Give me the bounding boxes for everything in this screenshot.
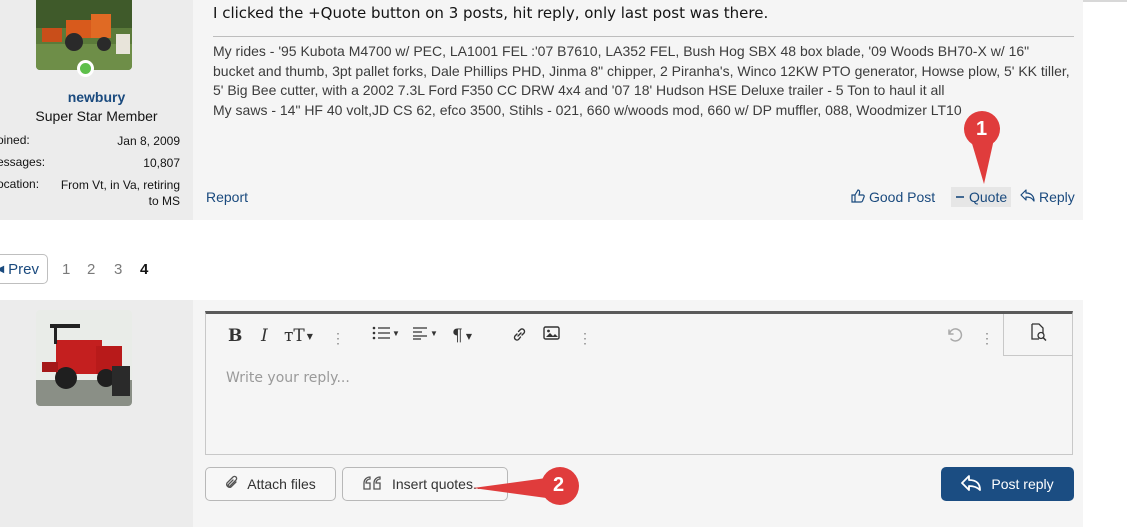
stat-label: ocation:: [0, 177, 40, 191]
text-size-icon[interactable]: ᴛT ▼: [284, 326, 313, 346]
reply-user-column: [0, 300, 193, 527]
editor-toolbar: B I ᴛT ▼ ⋮ ▼ ▼ ¶ ▼ ⋮ ⋮: [206, 314, 1072, 358]
thumbs-up-icon: [851, 188, 865, 206]
prev-page-button[interactable]: ◀ Prev: [0, 254, 48, 284]
more-icon[interactable]: ⋮: [331, 330, 345, 347]
image-icon[interactable]: [543, 326, 560, 340]
quote-label: Quote: [969, 189, 1008, 205]
more-icon[interactable]: ⋮: [578, 330, 592, 347]
previous-post: newbury Super Star Member oined: Jan 8, …: [0, 0, 1083, 220]
annotation-marker-2: 2: [473, 466, 581, 506]
prev-label: Prev: [8, 260, 39, 278]
signature: My rides - '95 Kubota M4700 w/ PEC, LA10…: [213, 42, 1083, 120]
post-reply-label: Post reply: [991, 476, 1054, 492]
username[interactable]: newbury: [0, 89, 193, 105]
annotation-number: 1: [976, 118, 988, 140]
minus-icon: [955, 189, 965, 205]
signature-line: My rides - '95 Kubota M4700 w/ PEC, LA10…: [213, 43, 1030, 59]
online-status-icon: [77, 60, 94, 77]
attach-files-label: Attach files: [247, 476, 316, 492]
page-link[interactable]: 1: [62, 261, 70, 278]
insert-quotes-label: Insert quotes...: [392, 476, 485, 492]
post-message: I clicked the +Quote button on 3 posts, …: [213, 4, 769, 22]
signature-line: bucket and thumb, 3pt pallet forks, Dale…: [213, 62, 1070, 79]
annotation-marker-1: 1: [962, 110, 1002, 190]
user-title: Super Star Member: [35, 108, 158, 124]
preview-toggle-button[interactable]: [1003, 314, 1072, 356]
page-link[interactable]: 2: [87, 261, 95, 278]
stat-value: From Vt, in Va, retiring to MS: [60, 178, 180, 208]
preview-icon: [1029, 323, 1047, 346]
reply-placeholder[interactable]: Write your reply...: [226, 370, 350, 386]
signature-line: 5' Big Bee cutter, with a 2002 7.3L Ford…: [213, 82, 945, 98]
good-post-label: Good Post: [869, 189, 936, 205]
reply-arrow-icon: [961, 474, 982, 494]
current-user-avatar: [36, 310, 132, 406]
link-icon[interactable]: [511, 326, 528, 343]
current-page: 4: [140, 261, 149, 278]
bold-icon[interactable]: B: [228, 326, 242, 346]
list-icon[interactable]: ▼: [372, 326, 400, 340]
undo-icon[interactable]: [945, 326, 963, 344]
annotation-number: 2: [553, 474, 565, 496]
good-post-button[interactable]: Good Post: [851, 187, 935, 207]
stat-label: essages:: [0, 155, 46, 169]
signature-line: My saws - 14" HF 40 volt,JD CS 62, efco …: [213, 101, 962, 118]
paperclip-icon: [225, 475, 239, 494]
chevron-left-icon: ◀: [0, 263, 5, 275]
post-reply-button[interactable]: Post reply: [941, 467, 1074, 501]
signature-divider: [213, 36, 1074, 37]
more-icon[interactable]: ⋮: [980, 330, 994, 347]
reply-button[interactable]: Reply: [1020, 187, 1075, 207]
reply-editor[interactable]: B I ᴛT ▼ ⋮ ▼ ▼ ¶ ▼ ⋮ ⋮ Write your reply...: [205, 311, 1073, 455]
post-user-column: newbury Super Star Member oined: Jan 8, …: [0, 0, 193, 220]
quote-marks-icon: [363, 475, 383, 493]
italic-icon[interactable]: I: [261, 326, 268, 346]
reply-label: Reply: [1039, 189, 1075, 205]
page-link[interactable]: 3: [114, 261, 122, 278]
align-icon[interactable]: ▼: [412, 326, 438, 340]
reply-icon: [1020, 189, 1035, 205]
stat-label: oined:: [0, 133, 30, 147]
attach-files-button[interactable]: Attach files: [205, 467, 336, 501]
report-link[interactable]: Report: [206, 189, 248, 205]
stat-value: 10,807: [143, 156, 180, 170]
paragraph-icon[interactable]: ¶ ▼: [452, 326, 472, 346]
stat-value: Jan 8, 2009: [117, 134, 180, 148]
